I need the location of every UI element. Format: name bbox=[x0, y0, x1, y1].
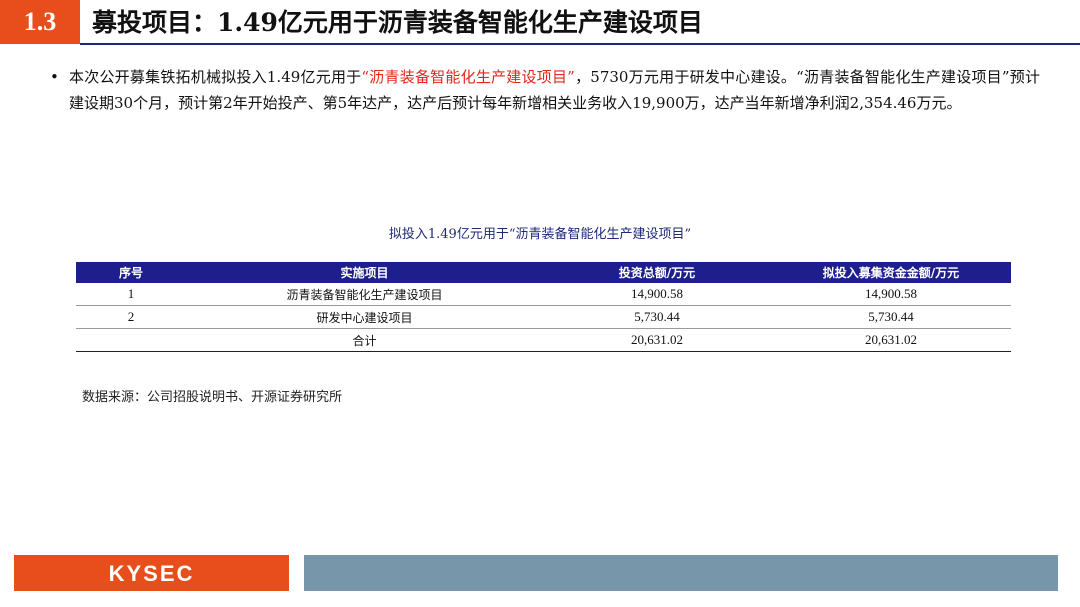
data-source-note: 数据来源：公司招股说明书、开源证券研究所 bbox=[82, 390, 343, 405]
bullet-dot-icon: • bbox=[50, 68, 59, 86]
table-header-row: 序号 实施项目 投资总额/万元 拟投入募集资金金额/万元 bbox=[76, 262, 1011, 283]
row-raised-funds: 5,730.44 bbox=[771, 305, 1011, 329]
bullet-text: 本次公开募集铁拓机械拟投入1.49亿元用于“沥青装备智能化生产建设项目”，573… bbox=[69, 64, 1040, 116]
row-total-investment: 5,730.44 bbox=[543, 305, 771, 329]
slide-header: 1.3 募投项目：1.49亿元用于沥青装备智能化生产建设项目 bbox=[0, 0, 1080, 45]
table-total-row: 合计 20,631.02 20,631.02 bbox=[76, 328, 1011, 352]
table-caption: 拟投入1.49亿元用于“沥青装备智能化生产建设项目” bbox=[388, 227, 692, 242]
row-index bbox=[76, 328, 186, 352]
header-raised-funds: 拟投入募集资金金额/万元 bbox=[771, 262, 1011, 283]
header-total-investment: 投资总额/万元 bbox=[543, 262, 771, 283]
kysec-logo: KYSEC bbox=[108, 561, 195, 586]
row-project: 沥青装备智能化生产建设项目 bbox=[186, 283, 543, 306]
row-index: 1 bbox=[76, 283, 186, 306]
investment-table: 序号 实施项目 投资总额/万元 拟投入募集资金金额/万元 1 沥青装备智能化生产… bbox=[76, 262, 1011, 352]
page-title: 募投项目：1.49亿元用于沥青装备智能化生产建设项目 bbox=[92, 8, 703, 37]
table-row: 1 沥青装备智能化生产建设项目 14,900.58 14,900.58 bbox=[76, 283, 1011, 306]
header-index: 序号 bbox=[76, 262, 186, 283]
bullet-text-part1: 本次公开募集铁拓机械拟投入1.49亿元用于 bbox=[69, 68, 362, 86]
title-underline bbox=[80, 43, 1080, 45]
header-project: 实施项目 bbox=[186, 262, 543, 283]
table-row: 2 研发中心建设项目 5,730.44 5,730.44 bbox=[76, 305, 1011, 329]
row-project: 研发中心建设项目 bbox=[186, 305, 543, 329]
row-raised-funds: 14,900.58 bbox=[771, 283, 1011, 306]
footer-logo-bar: KYSEC bbox=[14, 555, 289, 591]
bullet-point: • 本次公开募集铁拓机械拟投入1.49亿元用于“沥青装备智能化生产建设项目”，5… bbox=[50, 64, 1040, 116]
section-number: 1.3 bbox=[0, 0, 80, 44]
bullet-text-highlight: “沥青装备智能化生产建设项目” bbox=[361, 68, 575, 86]
footer-bar bbox=[304, 555, 1058, 591]
row-total-investment: 14,900.58 bbox=[543, 283, 771, 306]
row-raised-funds: 20,631.02 bbox=[771, 328, 1011, 352]
row-project: 合计 bbox=[186, 328, 543, 352]
row-total-investment: 20,631.02 bbox=[543, 328, 771, 352]
row-index: 2 bbox=[76, 305, 186, 329]
